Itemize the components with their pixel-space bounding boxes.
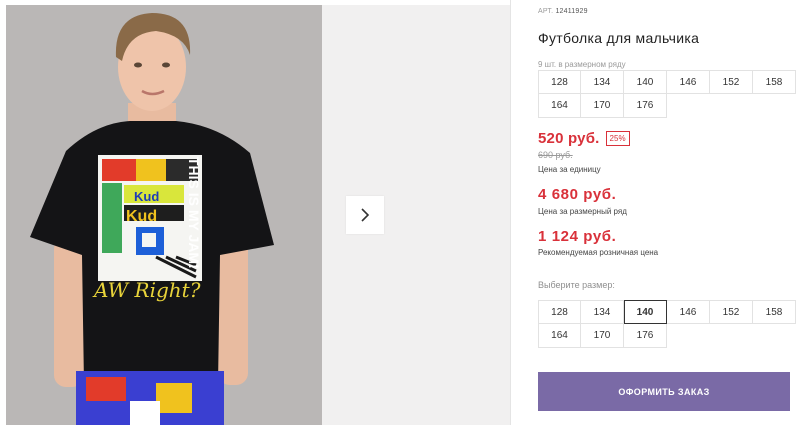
- size-range-cell: 134: [581, 70, 624, 94]
- shirt-print-vertical-text: THIS IS MY JAM!: [186, 157, 202, 269]
- size-range-cell: 146: [667, 70, 710, 94]
- size-option[interactable]: 158: [753, 300, 796, 324]
- retail-price-note: Рекомендуемая розничная цена: [538, 248, 659, 257]
- size-range-cell: 170: [581, 94, 624, 118]
- size-range-cell: 176: [624, 94, 667, 118]
- discount-badge: 25%: [605, 131, 630, 146]
- size-option-selected[interactable]: 140: [624, 300, 667, 324]
- size-range-cell: 140: [624, 70, 667, 94]
- unit-price: 520 руб.: [538, 130, 600, 147]
- size-selector: 128 134 140 146 152 158 164 170 176: [538, 300, 796, 348]
- unit-price-row: 520 руб. 25%: [538, 130, 630, 147]
- size-count-label: 9 шт. в размерном ряду: [538, 60, 626, 69]
- size-option[interactable]: 128: [538, 300, 581, 324]
- shirt-print-script: AW Right?: [92, 278, 201, 302]
- article-number: АРТ. 12411929: [538, 8, 588, 15]
- product-gallery: THIS IS MY JAM! Kud Kud AW Right?: [0, 0, 510, 425]
- gallery-next-button[interactable]: [346, 196, 384, 234]
- choose-size-label: Выберите размер:: [538, 280, 615, 290]
- article-value: 12411929: [555, 8, 588, 15]
- product-photo: THIS IS MY JAM! Kud Kud AW Right?: [6, 5, 322, 425]
- product-title: Футболка для мальчика: [538, 30, 700, 46]
- size-range-cell: 128: [538, 70, 581, 94]
- size-option[interactable]: 164: [538, 324, 581, 348]
- size-option[interactable]: 170: [581, 324, 624, 348]
- size-row-price-note: Цена за размерный ряд: [538, 207, 627, 216]
- retail-price: 1 124 руб.: [538, 228, 617, 245]
- chevron-right-icon: [361, 208, 370, 222]
- size-range-cell: 152: [710, 70, 753, 94]
- size-range-cell: 158: [753, 70, 796, 94]
- divider: [510, 0, 511, 425]
- place-order-button[interactable]: ОФОРМИТЬ ЗАКАЗ: [538, 372, 790, 411]
- size-option[interactable]: 134: [581, 300, 624, 324]
- size-row-price: 4 680 руб.: [538, 186, 617, 203]
- old-price: 690 руб.: [538, 150, 573, 160]
- shirt-print-kud-1: Kud: [134, 189, 159, 204]
- unit-price-note: Цена за единицу: [538, 165, 601, 174]
- size-option[interactable]: 146: [667, 300, 710, 324]
- shirt-print-kud-2: Kud: [126, 208, 157, 225]
- size-option[interactable]: 152: [710, 300, 753, 324]
- article-label: АРТ.: [538, 8, 554, 15]
- size-option[interactable]: 176: [624, 324, 667, 348]
- size-range-cell: 164: [538, 94, 581, 118]
- size-range-grid: 128 134 140 146 152 158 164 170 176: [538, 70, 796, 118]
- boy-in-tshirt-image: THIS IS MY JAM! Kud Kud AW Right?: [6, 5, 322, 425]
